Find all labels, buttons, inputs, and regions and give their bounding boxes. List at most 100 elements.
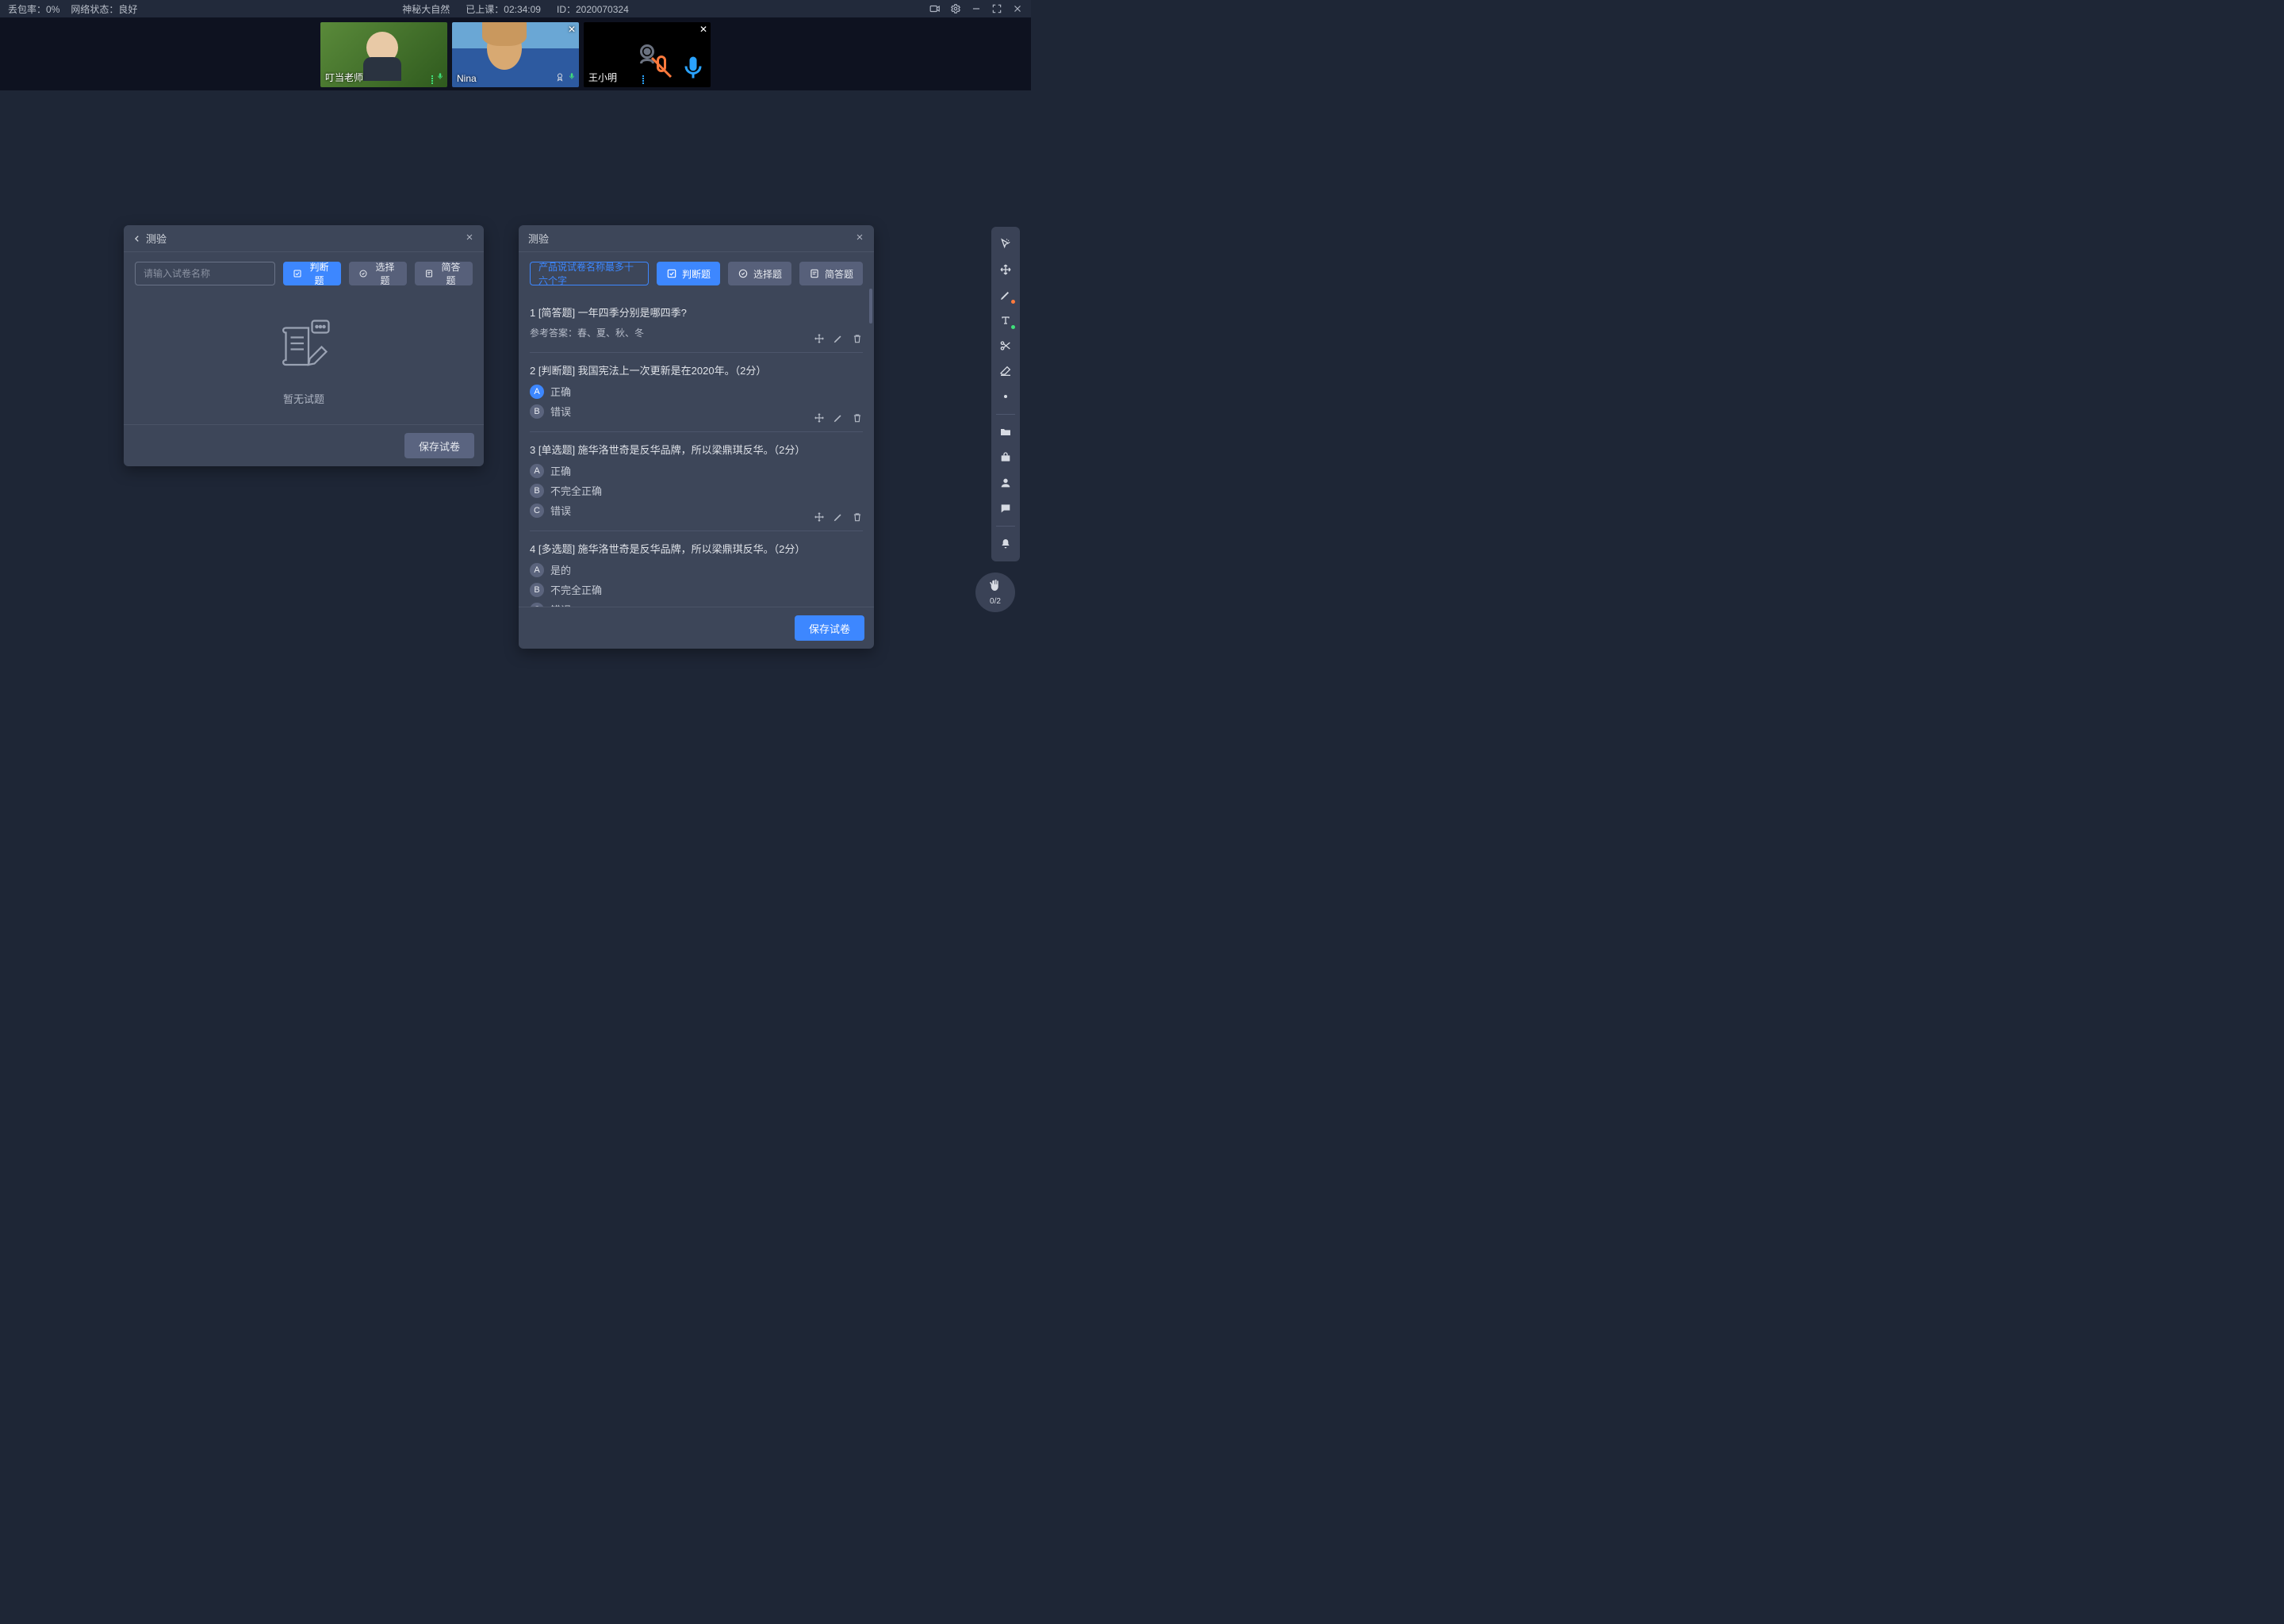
choice-icon bbox=[358, 268, 368, 279]
add-judge-button[interactable]: 判断题 bbox=[657, 262, 720, 285]
close-tile-icon[interactable]: ✕ bbox=[699, 24, 707, 35]
add-judge-button[interactable]: 判断题 bbox=[283, 262, 341, 285]
close-panel-icon[interactable] bbox=[465, 232, 474, 244]
move-tool-icon[interactable] bbox=[994, 259, 1017, 281]
question-item: 4 [多选题] 施华洛世奇是反华品牌，所以梁鼎琪反华。（2分） A是的 B不完全正确… bbox=[530, 531, 863, 607]
judge-icon bbox=[293, 268, 302, 279]
scissors-tool-icon[interactable] bbox=[994, 335, 1017, 357]
delete-question-icon[interactable] bbox=[852, 511, 863, 523]
add-short-button[interactable]: 简答题 bbox=[799, 262, 863, 285]
option-key: B bbox=[530, 404, 544, 419]
video-tile-student[interactable]: ✕ 王小明 bbox=[584, 22, 711, 87]
save-quiz-button[interactable]: 保存试卷 bbox=[795, 615, 864, 641]
move-question-icon[interactable] bbox=[814, 333, 825, 344]
option-label: 错误 bbox=[550, 602, 571, 607]
question-title: 2 [判断题] 我国宪法上一次更新是在2020年。（2分） bbox=[530, 362, 863, 377]
hand-raise-badge[interactable]: 0/2 bbox=[975, 573, 1015, 612]
award-icon bbox=[555, 72, 565, 84]
bell-tool-icon[interactable] bbox=[994, 533, 1017, 555]
option-key: A bbox=[530, 385, 544, 399]
option-row[interactable]: C 错误 bbox=[530, 602, 863, 607]
settings-icon[interactable] bbox=[950, 3, 961, 14]
mic-muted-icon bbox=[647, 53, 676, 84]
back-icon[interactable] bbox=[133, 235, 141, 243]
option-label: 正确 bbox=[550, 463, 571, 478]
mic-icon bbox=[679, 53, 707, 84]
option-label: 是的 bbox=[550, 562, 571, 577]
quiz-panel-editor: 测验 产品说试卷名称最多十六个字 判断题 选择题 简答题 1 [简答题] 一年四… bbox=[519, 225, 874, 649]
edit-question-icon[interactable] bbox=[833, 333, 844, 344]
quiz-name-input[interactable] bbox=[135, 262, 275, 285]
quiz-panel-empty: 测验 判断题 选择题 简答题 bbox=[124, 225, 484, 466]
title-bar: 丢包率：0% 网络状态：良好 神秘大自然 已上课：02:34:09 ID：202… bbox=[0, 0, 1031, 17]
quiz-name-input[interactable]: 产品说试卷名称最多十六个字 bbox=[530, 262, 649, 285]
delete-question-icon[interactable] bbox=[852, 412, 863, 423]
reference-answer: 参考答案：春、夏、秋、冬 bbox=[530, 326, 863, 339]
option-row[interactable]: B不完全正确 bbox=[530, 582, 863, 597]
option-key: C bbox=[530, 603, 544, 607]
participant-name: Nina bbox=[457, 73, 477, 84]
minimize-icon[interactable] bbox=[971, 3, 982, 14]
choice-icon bbox=[738, 268, 749, 279]
mic-icon bbox=[568, 71, 576, 84]
maximize-icon[interactable] bbox=[991, 3, 1002, 14]
option-row[interactable]: C错误 bbox=[530, 503, 863, 518]
empty-illustration-icon bbox=[268, 314, 339, 380]
packet-loss: 丢包率：0% bbox=[8, 2, 59, 16]
user-tool-icon[interactable] bbox=[994, 472, 1017, 494]
question-title: 3 [单选题] 施华洛世奇是反华品牌，所以梁鼎琪反华。（2分） bbox=[530, 442, 863, 457]
scrollbar[interactable] bbox=[869, 289, 872, 324]
tool-palette bbox=[991, 227, 1020, 561]
option-row[interactable]: B 不完全正确 bbox=[530, 483, 863, 498]
video-strip: 叮当老师 ✕ Nina ✕ 王小明 bbox=[0, 17, 1031, 90]
option-row[interactable]: A是的 bbox=[530, 562, 863, 577]
option-row[interactable]: B 错误 bbox=[530, 404, 863, 419]
mic-icon bbox=[436, 71, 444, 84]
video-tile-student[interactable]: ✕ Nina bbox=[452, 22, 579, 87]
option-row[interactable]: A正确 bbox=[530, 463, 863, 478]
session-id: ID：2020070324 bbox=[557, 2, 629, 16]
add-choice-button[interactable]: 选择题 bbox=[349, 262, 407, 285]
toolbox-tool-icon[interactable] bbox=[994, 446, 1017, 469]
network-status: 网络状态：良好 bbox=[71, 2, 137, 16]
option-key: B bbox=[530, 484, 544, 498]
edit-question-icon[interactable] bbox=[833, 511, 844, 523]
question-title: 1 [简答题] 一年四季分别是哪四季? bbox=[530, 304, 863, 320]
short-answer-icon bbox=[809, 268, 820, 279]
option-key: B bbox=[530, 583, 544, 597]
close-tile-icon[interactable]: ✕ bbox=[568, 24, 576, 35]
eraser-tool-icon[interactable] bbox=[994, 360, 1017, 382]
empty-text: 暂无试题 bbox=[283, 391, 324, 406]
question-title: 4 [多选题] 施华洛世奇是反华品牌，所以梁鼎琪反华。（2分） bbox=[530, 541, 863, 556]
edit-question-icon[interactable] bbox=[833, 412, 844, 423]
hand-count: 0/2 bbox=[990, 597, 1001, 606]
panel-title: 测验 bbox=[146, 231, 167, 246]
chat-tool-icon[interactable] bbox=[994, 497, 1017, 519]
option-row[interactable]: A正确 bbox=[530, 384, 863, 399]
close-panel-icon[interactable] bbox=[855, 232, 864, 244]
move-question-icon[interactable] bbox=[814, 511, 825, 523]
course-title: 神秘大自然 bbox=[402, 2, 450, 16]
close-window-icon[interactable] bbox=[1012, 3, 1023, 14]
save-quiz-button[interactable]: 保存试卷 bbox=[404, 433, 474, 458]
question-item: 1 [简答题] 一年四季分别是哪四季? 参考答案：春、夏、秋、冬 bbox=[530, 295, 863, 353]
video-tile-teacher[interactable]: 叮当老师 bbox=[320, 22, 447, 87]
participant-name: 叮当老师 bbox=[325, 71, 363, 84]
option-label: 不完全正确 bbox=[550, 483, 602, 498]
folder-tool-icon[interactable] bbox=[994, 421, 1017, 443]
network-bars-icon bbox=[642, 75, 644, 84]
participant-name: 王小明 bbox=[588, 71, 617, 84]
text-tool-icon[interactable] bbox=[994, 309, 1017, 331]
camera-toggle-icon[interactable] bbox=[929, 3, 941, 14]
cursor-tool-icon[interactable] bbox=[994, 233, 1017, 255]
move-question-icon[interactable] bbox=[814, 412, 825, 423]
option-label: 错误 bbox=[550, 404, 571, 419]
elapsed-time: 已上课：02:34:09 bbox=[466, 2, 541, 16]
add-choice-button[interactable]: 选择题 bbox=[728, 262, 791, 285]
laser-tool-icon[interactable] bbox=[994, 385, 1017, 408]
delete-question-icon[interactable] bbox=[852, 333, 863, 344]
question-item: 3 [单选题] 施华洛世奇是反华品牌，所以梁鼎琪反华。（2分） A正确 B 不完全正确… bbox=[530, 432, 863, 531]
pen-tool-icon[interactable] bbox=[994, 284, 1017, 306]
option-key: C bbox=[530, 504, 544, 518]
add-short-button[interactable]: 简答题 bbox=[415, 262, 473, 285]
